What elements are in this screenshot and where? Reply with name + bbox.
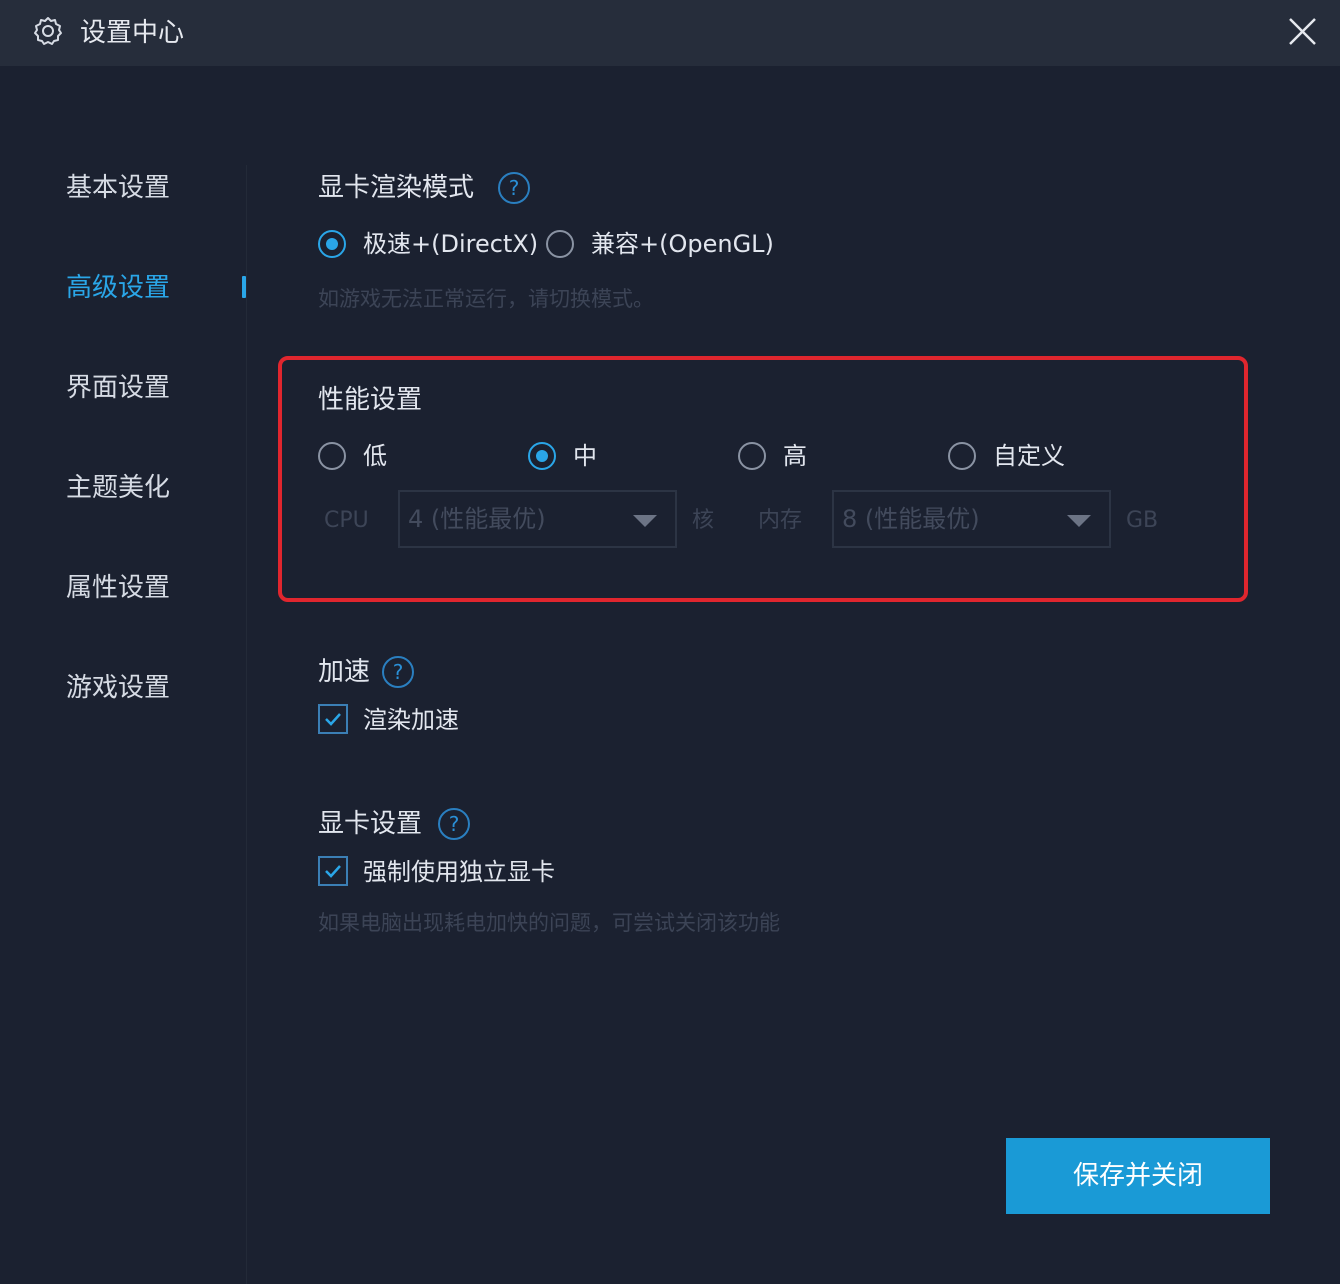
render-mode-hint: 如游戏无法正常运行，请切换模式。 bbox=[318, 287, 654, 311]
title-bar: 设置中心 bbox=[0, 0, 1340, 66]
close-icon[interactable] bbox=[1282, 12, 1322, 52]
sidebar-item-theme[interactable]: 主题美化 bbox=[66, 470, 170, 506]
sidebar-item-advanced[interactable]: 高级设置 bbox=[66, 270, 170, 306]
sidebar-divider bbox=[246, 165, 247, 1284]
gpu-hint: 如果电脑出现耗电加快的问题，可尝试关闭该功能 bbox=[318, 911, 780, 935]
acceleration-title: 加速 bbox=[318, 657, 371, 687]
performance-low-radio[interactable] bbox=[318, 442, 346, 470]
performance-low-label[interactable]: 低 bbox=[363, 440, 387, 472]
gpu-help-icon[interactable]: ? bbox=[438, 808, 470, 840]
force-dedicated-gpu-checkbox[interactable] bbox=[318, 856, 348, 886]
performance-high-radio[interactable] bbox=[738, 442, 766, 470]
performance-custom-label[interactable]: 自定义 bbox=[993, 440, 1065, 472]
render-mode-opengl-radio[interactable] bbox=[546, 230, 574, 258]
sidebar-item-properties[interactable]: 属性设置 bbox=[66, 570, 170, 606]
performance-custom-radio[interactable] bbox=[948, 442, 976, 470]
render-mode-opengl-label[interactable]: 兼容+(OpenGL) bbox=[591, 228, 774, 260]
acceleration-help-icon[interactable]: ? bbox=[382, 656, 414, 688]
sidebar-item-basic[interactable]: 基本设置 bbox=[66, 170, 170, 206]
performance-title: 性能设置 bbox=[318, 385, 423, 415]
window-title: 设置中心 bbox=[80, 18, 185, 48]
render-mode-directx-radio[interactable] bbox=[318, 230, 346, 258]
sidebar-item-interface[interactable]: 界面设置 bbox=[66, 370, 170, 406]
cpu-label: CPU bbox=[324, 508, 369, 533]
chevron-down-icon bbox=[1067, 515, 1091, 527]
performance-high-label[interactable]: 高 bbox=[783, 440, 807, 472]
sidebar-item-game[interactable]: 游戏设置 bbox=[66, 670, 170, 706]
memory-label: 内存 bbox=[758, 508, 803, 533]
render-mode-title: 显卡渲染模式 bbox=[318, 173, 475, 203]
memory-select-value: 8 (性能最优) bbox=[842, 505, 980, 533]
render-mode-directx-label[interactable]: 极速+(DirectX) bbox=[363, 228, 538, 260]
save-and-close-button[interactable]: 保存并关闭 bbox=[1006, 1138, 1270, 1214]
active-nav-indicator bbox=[242, 276, 246, 298]
chevron-down-icon bbox=[633, 515, 657, 527]
force-dedicated-gpu-label[interactable]: 强制使用独立显卡 bbox=[363, 856, 555, 888]
render-acceleration-checkbox[interactable] bbox=[318, 704, 348, 734]
checkmark-icon bbox=[325, 865, 341, 878]
cpu-unit-label: 核 bbox=[692, 508, 715, 533]
memory-unit-label: GB bbox=[1126, 508, 1159, 533]
render-acceleration-label[interactable]: 渲染加速 bbox=[363, 704, 459, 736]
performance-medium-radio[interactable] bbox=[528, 442, 556, 470]
cpu-select-value: 4 (性能最优) bbox=[408, 505, 546, 533]
performance-highlight-box bbox=[278, 356, 1248, 602]
render-mode-help-icon[interactable]: ? bbox=[498, 172, 530, 204]
gpu-settings-title: 显卡设置 bbox=[318, 809, 423, 839]
gear-icon bbox=[32, 15, 64, 47]
performance-medium-label[interactable]: 中 bbox=[573, 440, 597, 472]
memory-select[interactable]: 8 (性能最优) bbox=[832, 490, 1111, 548]
checkmark-icon bbox=[325, 713, 341, 726]
cpu-select[interactable]: 4 (性能最优) bbox=[398, 490, 677, 548]
